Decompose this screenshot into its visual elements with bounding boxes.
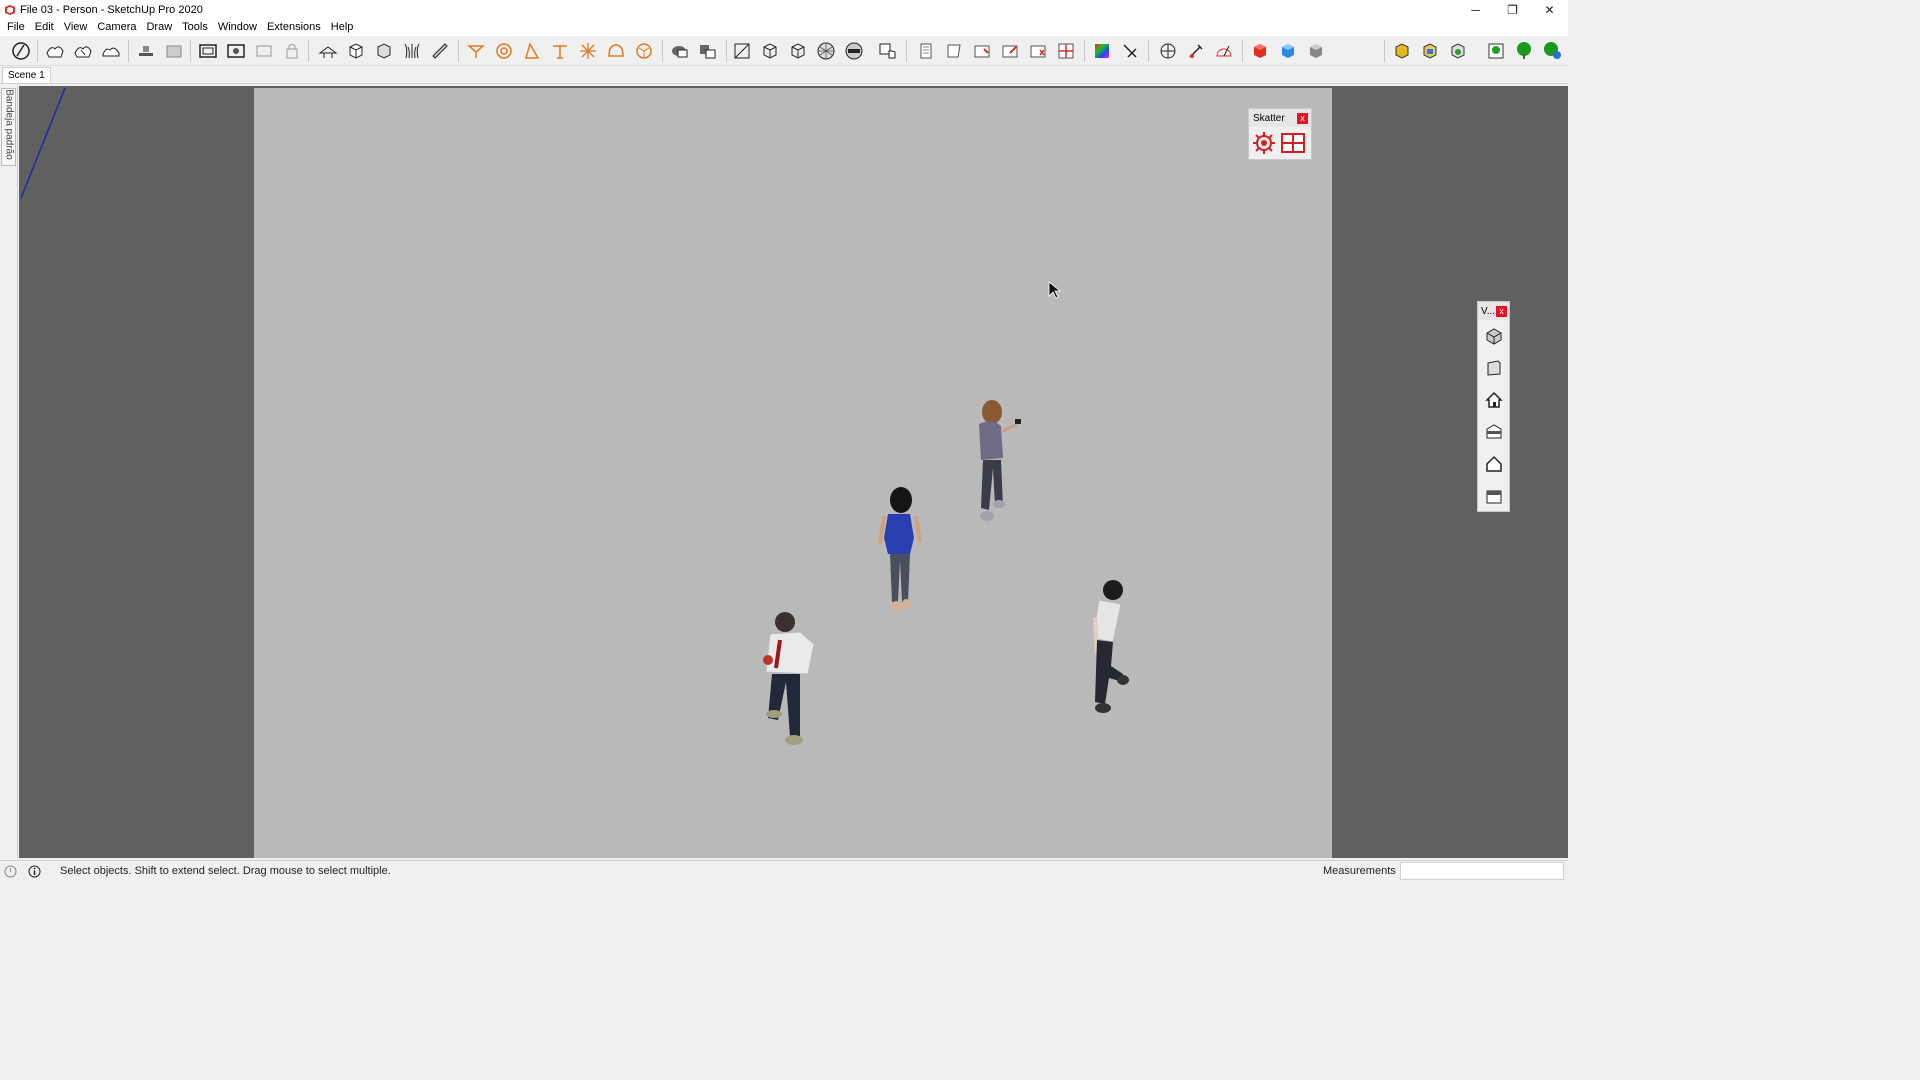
hidden-line-icon[interactable] bbox=[730, 38, 754, 64]
person-man-white-shirt[interactable] bbox=[1083, 578, 1133, 718]
views-header[interactable]: V... x bbox=[1478, 302, 1509, 320]
yellow-box-icon[interactable] bbox=[1390, 38, 1414, 64]
style-3-icon[interactable] bbox=[970, 38, 994, 64]
minimize-button[interactable]: ─ bbox=[1457, 0, 1494, 19]
model-viewport[interactable] bbox=[19, 86, 1568, 858]
front-view-icon[interactable] bbox=[1478, 384, 1509, 416]
sandbox-from-contours-icon[interactable] bbox=[43, 38, 67, 64]
top-view-icon[interactable] bbox=[1478, 352, 1509, 384]
orange-tool-2-icon[interactable] bbox=[492, 38, 516, 64]
red-cube-icon[interactable] bbox=[1248, 38, 1272, 64]
default-tray-strip bbox=[0, 86, 18, 858]
shaded-cube-icon[interactable] bbox=[786, 38, 810, 64]
person-man-red-tie[interactable] bbox=[756, 610, 826, 750]
back-view-icon[interactable] bbox=[1478, 448, 1509, 480]
wireframe-cube-icon[interactable] bbox=[758, 38, 782, 64]
green-box-icon[interactable] bbox=[1446, 38, 1470, 64]
close-window-button[interactable]: ✕ bbox=[1531, 0, 1568, 19]
menu-extensions[interactable]: Extensions bbox=[262, 19, 326, 36]
blue-axis-line bbox=[20, 87, 66, 199]
menu-edit[interactable]: Edit bbox=[30, 19, 59, 36]
menu-help[interactable]: Help bbox=[326, 19, 359, 36]
person-woman-phone[interactable] bbox=[967, 398, 1027, 538]
multi-box-icon[interactable] bbox=[1418, 38, 1442, 64]
orange-tool-1-icon[interactable] bbox=[464, 38, 488, 64]
orange-tool-7-icon[interactable] bbox=[632, 38, 656, 64]
mouse-cursor-icon bbox=[1048, 281, 1062, 299]
tape-measure-icon[interactable] bbox=[1184, 38, 1208, 64]
views-close-icon[interactable]: x bbox=[1496, 305, 1507, 317]
tree-icon[interactable] bbox=[1512, 38, 1536, 64]
measurements-input[interactable] bbox=[1400, 862, 1564, 880]
style-4-icon[interactable] bbox=[998, 38, 1022, 64]
views-title: V... bbox=[1481, 305, 1496, 317]
menu-bar: File Edit View Camera Draw Tools Window … bbox=[0, 19, 1568, 36]
person-woman-blue-top[interactable] bbox=[874, 484, 924, 619]
scene-tabs-bar bbox=[0, 66, 1568, 84]
axes-tool-icon[interactable] bbox=[1156, 38, 1180, 64]
color-palette-icon[interactable] bbox=[1090, 38, 1114, 64]
select-tool-icon[interactable] bbox=[9, 38, 33, 64]
position-camera-icon[interactable] bbox=[316, 38, 340, 64]
skatter-header[interactable]: Skatter x bbox=[1249, 109, 1311, 127]
solid-tools-subtract-icon[interactable] bbox=[696, 38, 720, 64]
textured-sphere-icon[interactable] bbox=[814, 38, 838, 64]
component-hand-icon[interactable] bbox=[876, 38, 900, 64]
default-tray-label: Bandeja padrão bbox=[3, 89, 15, 160]
skatter-title: Skatter bbox=[1253, 112, 1285, 124]
style-5-icon[interactable] bbox=[1026, 38, 1050, 64]
orange-tool-5-icon[interactable] bbox=[576, 38, 600, 64]
menu-file[interactable]: File bbox=[2, 19, 30, 36]
menu-draw[interactable]: Draw bbox=[141, 19, 177, 36]
scene-tab-1[interactable]: Scene 1 bbox=[2, 67, 51, 83]
iso-view-icon[interactable] bbox=[1478, 320, 1509, 352]
skatter-scatter-icon[interactable] bbox=[1252, 131, 1276, 155]
display-section-planes-icon[interactable] bbox=[224, 38, 248, 64]
menu-camera[interactable]: Camera bbox=[92, 19, 141, 36]
geolocation-icon[interactable] bbox=[4, 865, 17, 878]
skatter-library-icon[interactable] bbox=[1280, 131, 1306, 155]
monochrome-sphere-icon[interactable] bbox=[842, 38, 866, 64]
drape-icon[interactable] bbox=[162, 38, 186, 64]
style-6-icon[interactable] bbox=[1054, 38, 1078, 64]
skatter-close-icon[interactable]: x bbox=[1297, 112, 1308, 124]
orange-tool-3-icon[interactable] bbox=[520, 38, 544, 64]
skatter-panel: Skatter x bbox=[1248, 108, 1312, 160]
menu-tools[interactable]: Tools bbox=[177, 19, 213, 36]
x-ray-tool-icon[interactable] bbox=[1118, 38, 1142, 64]
default-tray-tab[interactable]: Bandeja padrão bbox=[1, 88, 16, 166]
style-2-icon[interactable] bbox=[942, 38, 966, 64]
cube-icon[interactable] bbox=[344, 38, 368, 64]
menu-window[interactable]: Window bbox=[213, 19, 262, 36]
display-section-cuts-icon[interactable] bbox=[252, 38, 276, 64]
blue-cube-icon[interactable] bbox=[1276, 38, 1300, 64]
solid-tools-union-icon[interactable] bbox=[668, 38, 692, 64]
surface-icon[interactable] bbox=[428, 38, 452, 64]
restore-button[interactable]: ❐ bbox=[1494, 0, 1531, 19]
orange-tool-6-icon[interactable] bbox=[604, 38, 628, 64]
style-1-icon[interactable] bbox=[914, 38, 938, 64]
cube-outline-icon[interactable] bbox=[372, 38, 396, 64]
status-message: Select objects. Shift to extend select. … bbox=[60, 865, 391, 877]
grey-cube-icon[interactable] bbox=[1304, 38, 1328, 64]
tree-frame-icon[interactable] bbox=[1484, 38, 1508, 64]
display-section-fill-icon[interactable] bbox=[280, 38, 304, 64]
measurements-label: Measurements bbox=[1323, 865, 1396, 877]
foliage-icon[interactable] bbox=[400, 38, 424, 64]
sandbox-from-scratch-icon[interactable] bbox=[71, 38, 95, 64]
left-view-icon[interactable] bbox=[1478, 480, 1509, 512]
views-panel: V... x bbox=[1477, 301, 1510, 512]
right-view-icon[interactable] bbox=[1478, 416, 1509, 448]
orange-tool-4-icon[interactable] bbox=[548, 38, 572, 64]
info-icon[interactable] bbox=[28, 865, 41, 878]
menu-view[interactable]: View bbox=[59, 19, 93, 36]
tree-globe-icon[interactable] bbox=[1540, 38, 1564, 64]
stamp-icon[interactable] bbox=[134, 38, 158, 64]
sketchup-logo-icon bbox=[5, 4, 15, 15]
title-bar: File 03 - Person - SketchUp Pro 2020 ─ ❐… bbox=[0, 0, 1568, 19]
smoove-icon[interactable] bbox=[99, 38, 123, 64]
window-title: File 03 - Person - SketchUp Pro 2020 bbox=[20, 3, 203, 16]
section-plane-icon[interactable] bbox=[196, 38, 220, 64]
protractor-icon[interactable] bbox=[1212, 38, 1236, 64]
